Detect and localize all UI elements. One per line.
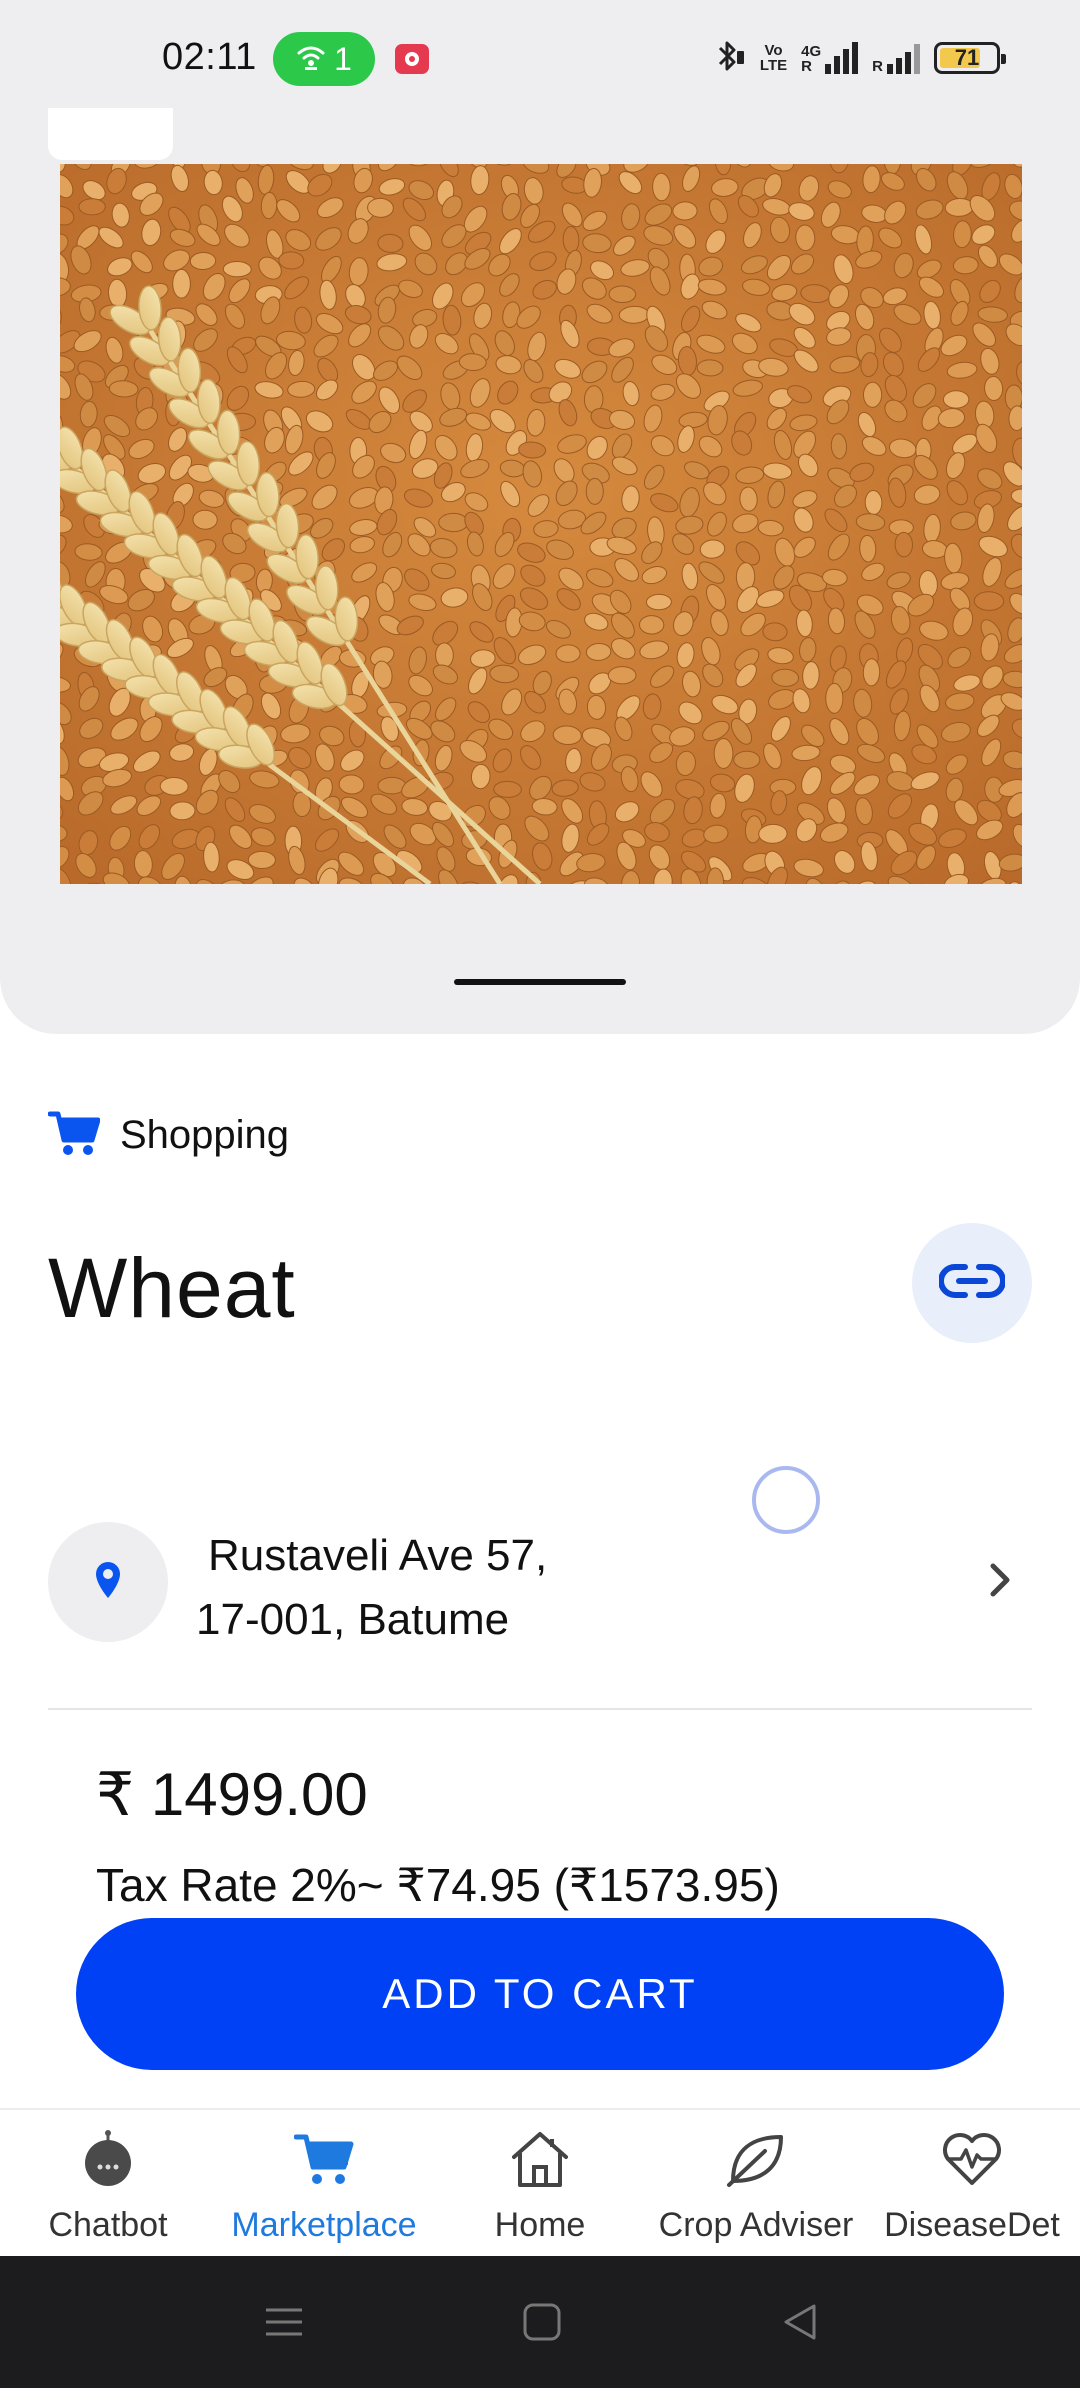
- wheat-grain: [78, 198, 106, 216]
- address: Rustaveli Ave 57, 17-001, Batume: [196, 1524, 547, 1652]
- wheat-grain: [733, 750, 761, 769]
- wheat-grain: [645, 593, 672, 611]
- location-pin-icon: [93, 1560, 123, 1605]
- volte-icon: Vo LTE: [760, 43, 787, 73]
- add-to-cart-button[interactable]: ADD TO CART: [76, 1918, 1004, 2070]
- heart-pulse-icon: [939, 2126, 1005, 2192]
- nav-label-chatbot: Chatbot: [48, 2206, 168, 2244]
- image-sheet: 02:11 1 Vo LTE 4G R R 71: [0, 0, 1080, 1034]
- nav-item-crop-adviser[interactable]: Crop Adviser: [648, 2110, 864, 2256]
- wheat-grain: [618, 305, 650, 324]
- wheat-grain: [278, 251, 305, 270]
- status-time: 02:11: [162, 36, 257, 78]
- wheat-grain: [493, 780, 522, 798]
- product-detail-screen: 02:11 1 Vo LTE 4G R R 71 Shopping Wheat …: [0, 0, 1080, 2388]
- nav-item-home[interactable]: Home: [432, 2110, 648, 2256]
- wheat-grain: [894, 531, 913, 558]
- home-square-icon[interactable]: [516, 2296, 568, 2348]
- wheat-grain: [942, 390, 970, 409]
- wheat-grain: [713, 738, 734, 769]
- wheat-grain: [169, 801, 196, 821]
- bluetooth-icon: [712, 38, 746, 79]
- system-navigation-bar: [0, 2256, 1080, 2388]
- wheat-grain: [585, 477, 604, 505]
- wheat-grain: [825, 682, 844, 714]
- tax-info: Tax Rate 2%~ ₹74.95 (₹1573.95): [96, 1859, 780, 1911]
- product-price: ₹ 1499.00: [96, 1761, 368, 1828]
- wheat-grain: [435, 642, 454, 668]
- address-line-2: 17-001, Batume: [196, 1595, 510, 1644]
- wheat-grain: [192, 509, 218, 530]
- wheat-grain: [608, 285, 637, 304]
- chevron-right-icon[interactable]: [980, 1560, 1020, 1600]
- roaming-label-2: R: [872, 58, 883, 75]
- cart-icon: [291, 2126, 357, 2192]
- battery-icon: 71: [934, 42, 1006, 74]
- wheat-grain: [172, 268, 191, 299]
- volte-label-bottom: LTE: [759, 57, 788, 74]
- nav-label-disease-det: DiseaseDet: [884, 2206, 1060, 2244]
- product-title: Wheat: [48, 1241, 296, 1335]
- location-row[interactable]: Rustaveli Ave 57, 17-001, Batume: [48, 1520, 1032, 1644]
- hotspot-icon: [296, 41, 326, 78]
- wheat-grain: [696, 359, 724, 377]
- wheat-grain: [438, 512, 469, 533]
- divider: [48, 1708, 1032, 1710]
- wheat-grain: [189, 251, 217, 271]
- wheat-grain: [555, 644, 581, 663]
- home-icon: [507, 2126, 573, 2192]
- wheat-grain: [607, 666, 637, 685]
- hotspot-count: 1: [334, 40, 352, 77]
- battery-level: 71: [954, 45, 980, 70]
- wheat-grain: [562, 226, 580, 254]
- wheat-grain: [758, 823, 788, 844]
- back-triangle-icon[interactable]: [774, 2296, 826, 2348]
- wheat-grain: [864, 489, 883, 516]
- volte-label-top: Vo: [764, 42, 783, 59]
- wheat-grain: [638, 615, 665, 635]
- wheat-grain: [159, 776, 189, 796]
- screen-record-icon: [395, 44, 429, 74]
- wheat-image-graphic: [60, 164, 1022, 884]
- wheat-grain: [771, 668, 800, 687]
- back-button[interactable]: [48, 108, 173, 160]
- nav-label-marketplace: Marketplace: [231, 2206, 417, 2244]
- nav-item-marketplace[interactable]: Marketplace: [216, 2110, 432, 2256]
- network-label: 4G: [801, 43, 822, 60]
- nav-label-home: Home: [494, 2206, 586, 2244]
- status-icons: Vo LTE 4G R R 71: [712, 38, 1006, 79]
- link-icon: [938, 1261, 1006, 1306]
- signal-bars-2: [887, 42, 920, 74]
- wheat-grain: [862, 381, 883, 408]
- chatbot-icon: [75, 2126, 141, 2192]
- wheat-grain: [672, 201, 698, 221]
- share-link-button[interactable]: [912, 1223, 1032, 1343]
- drag-handle[interactable]: [454, 979, 626, 985]
- wheat-grain: [652, 172, 671, 202]
- category-label: Shopping: [120, 1113, 290, 1157]
- wheat-grain: [862, 658, 881, 687]
- wheat-grain: [973, 591, 1005, 611]
- status-bar: 02:11 1 Vo LTE 4G R R 71: [0, 0, 1080, 108]
- leaf-icon: [723, 2126, 789, 2192]
- product-category: Shopping: [47, 1110, 290, 1161]
- product-image: [60, 164, 1022, 884]
- wheat-grain: [222, 260, 252, 278]
- signal-4g-icon: 4G R: [801, 42, 859, 75]
- nav-item-disease-detection[interactable]: DiseaseDet: [864, 2110, 1080, 2256]
- cart-icon: [47, 1110, 101, 1161]
- roaming-label-1: R: [801, 58, 812, 75]
- signal-sim2-icon: R: [872, 42, 920, 74]
- nav-label-crop-adviser: Crop Adviser: [658, 2206, 854, 2244]
- menu-icon[interactable]: [258, 2296, 310, 2348]
- signal-bars-1: [825, 42, 859, 74]
- wheat-grain: [247, 850, 276, 870]
- nav-item-chatbot[interactable]: Chatbot: [0, 2110, 216, 2256]
- hotspot-indicator: 1: [273, 32, 375, 86]
- bottom-navigation: Chatbot Marketplace Home Crop Adviser Di…: [0, 2108, 1080, 2256]
- location-pin-badge: [48, 1522, 168, 1642]
- address-line-1: Rustaveli Ave 57,: [208, 1531, 548, 1580]
